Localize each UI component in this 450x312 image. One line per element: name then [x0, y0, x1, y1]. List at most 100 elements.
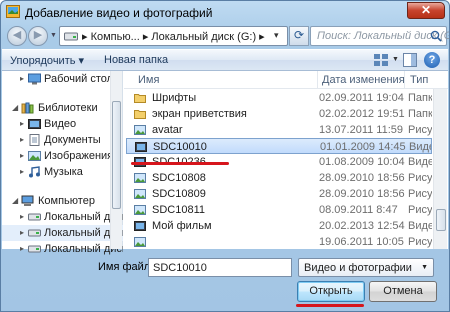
- file-name: Шрифты: [152, 92, 197, 104]
- address-bar[interactable]: ▸ Компью... ▸ Локальный диск (G:) ▸ ▾: [59, 26, 288, 46]
- expand-arrow-icon[interactable]: ▸: [20, 135, 24, 144]
- history-dropdown-icon[interactable]: ▼: [50, 32, 57, 39]
- address-path[interactable]: ▸ Компью... ▸ Локальный диск (G:) ▸: [82, 30, 265, 43]
- drive-icon: [28, 229, 41, 237]
- file-date: 08.09.2011 8:47: [319, 204, 398, 216]
- nav-item-label: Изображения: [44, 150, 114, 162]
- file-type: Рисун: [408, 172, 432, 184]
- file-name: SDC10809: [152, 188, 206, 200]
- file-date: 02.09.2011 19:04: [319, 92, 404, 104]
- pictures-library-icon: [28, 151, 41, 161]
- nav-item-music[interactable]: ▸ Музыка: [2, 164, 123, 180]
- expand-arrow-icon[interactable]: ▸: [20, 74, 24, 83]
- forward-button[interactable]: ▶: [28, 26, 48, 46]
- expand-arrow-icon[interactable]: ▸: [20, 244, 24, 253]
- music-library-icon: [29, 166, 40, 178]
- dialog-window: Добавление видео и фотографий ✕ ◀ ▶ ▼ ▸ …: [0, 0, 450, 312]
- file-row[interactable]: SDC10808 28.09.2010 18:56 Рисун: [126, 170, 432, 186]
- organize-menu[interactable]: Упорядочить ▾: [10, 54, 84, 67]
- filename-value[interactable]: SDC10010: [153, 262, 207, 274]
- drive-icon: [28, 213, 41, 221]
- image-file-icon: [134, 125, 146, 135]
- highlight-underline: [131, 162, 229, 165]
- content-panes: ▸ Рабочий стол ◢ Библиотеки ▸ Видео ▸ До…: [2, 71, 448, 255]
- expand-arrow-icon[interactable]: ◢: [12, 103, 18, 112]
- file-date: 28.09.2010 18:56: [319, 188, 405, 200]
- nav-item-local-disk-1[interactable]: ▸ Локальный диск: [2, 209, 123, 225]
- preview-pane-icon[interactable]: [403, 53, 417, 67]
- file-row-selected[interactable]: SDC10010 01.01.2009 14:45 Видео: [126, 138, 432, 154]
- expand-arrow-icon[interactable]: ▸: [20, 167, 24, 176]
- folder-icon: [134, 94, 146, 103]
- close-button[interactable]: ✕: [407, 2, 445, 19]
- nav-item-desktop[interactable]: ▸ Рабочий стол: [2, 71, 123, 87]
- file-row[interactable]: 19.06.2011 10:05 Рисун: [126, 234, 432, 250]
- file-name: экран приветствия: [152, 108, 247, 120]
- column-type[interactable]: Тип: [410, 74, 428, 86]
- file-row[interactable]: SDC10809 28.09.2010 18:56 Рисун: [126, 186, 432, 202]
- expand-arrow-icon[interactable]: ▸: [20, 228, 24, 237]
- file-name: SDC10811: [152, 204, 205, 216]
- nav-item-videos[interactable]: ▸ Видео: [2, 116, 123, 132]
- back-button[interactable]: ◀: [7, 26, 27, 46]
- nav-scrollbar-thumb[interactable]: [112, 101, 121, 209]
- nav-item-local-disk-3[interactable]: ▸ Локальный диск: [2, 241, 123, 257]
- filter-value: Видео и фотографии: [304, 262, 412, 274]
- highlight-underline: [296, 304, 364, 307]
- navigation-pane: ▸ Рабочий стол ◢ Библиотеки ▸ Видео ▸ До…: [2, 71, 123, 255]
- search-icon[interactable]: [430, 30, 442, 42]
- new-folder-button[interactable]: Новая папка: [104, 54, 168, 66]
- expand-arrow-icon[interactable]: ▸: [20, 151, 24, 160]
- file-row[interactable]: Шрифты 02.09.2011 19:04 Папка: [126, 90, 432, 106]
- view-dropdown-icon[interactable]: ▼: [392, 56, 399, 63]
- file-type: Рисун: [408, 236, 432, 248]
- image-file-icon: [134, 173, 146, 183]
- file-row[interactable]: SDC10811 08.09.2011 8:47 Рисун: [126, 202, 432, 218]
- search-input[interactable]: Поиск: Локальный диск (G:): [310, 26, 449, 46]
- open-button[interactable]: Открыть: [297, 281, 365, 302]
- file-name: Мой фильм: [152, 220, 212, 232]
- expand-arrow-icon[interactable]: ▸: [20, 212, 24, 221]
- address-dropdown-icon[interactable]: ▾: [274, 30, 279, 41]
- file-date: 19.06.2011 10:05: [319, 236, 404, 248]
- column-divider[interactable]: [317, 71, 318, 89]
- column-divider[interactable]: [404, 71, 405, 89]
- file-list-scrollbar[interactable]: [433, 89, 447, 249]
- file-date: 02.02.2012 19:51: [319, 108, 405, 120]
- expand-arrow-icon[interactable]: ◢: [12, 196, 18, 205]
- nav-item-local-disk-2[interactable]: ▸ Локальный диск: [2, 225, 123, 241]
- file-name: SDC10808: [152, 172, 206, 184]
- help-icon[interactable]: ?: [424, 52, 440, 68]
- video-file-icon: [135, 142, 147, 152]
- file-date: 13.07.2011 11:59: [319, 124, 404, 136]
- nav-item-libraries[interactable]: ◢ Библиотеки: [2, 100, 123, 116]
- expand-arrow-icon[interactable]: ▸: [20, 119, 24, 128]
- column-date[interactable]: Дата изменения: [322, 74, 405, 86]
- column-header: Имя Дата изменения Тип: [124, 71, 448, 89]
- file-date: 01.08.2009 10:04: [319, 156, 405, 168]
- file-row[interactable]: avatar 13.07.2011 11:59 Рисун: [126, 122, 432, 138]
- nav-item-documents[interactable]: ▸ Документы: [2, 132, 123, 148]
- file-row[interactable]: Мой фильм 20.02.2013 12:54 Видео: [126, 218, 432, 234]
- file-date: 28.09.2010 18:56: [319, 172, 405, 184]
- nav-item-pictures[interactable]: ▸ Изображения: [2, 148, 123, 164]
- folder-icon: [134, 110, 146, 119]
- cancel-button[interactable]: Отмена: [369, 281, 437, 302]
- title-bar: Добавление видео и фотографий ✕: [1, 1, 449, 23]
- view-options-icon[interactable]: [372, 52, 392, 68]
- file-type-filter[interactable]: Видео и фотографии ▼: [298, 258, 434, 277]
- file-date: 20.02.2013 12:54: [319, 220, 405, 232]
- nav-item-label: Видео: [44, 118, 77, 130]
- filename-field[interactable]: SDC10010: [148, 258, 292, 277]
- file-row[interactable]: экран приветствия 02.02.2012 19:51 Папка: [126, 106, 432, 122]
- image-file-icon: [134, 205, 146, 215]
- column-name[interactable]: Имя: [138, 74, 159, 86]
- nav-item-computer[interactable]: ◢ Компьютер: [2, 193, 123, 209]
- video-file-icon: [134, 221, 146, 231]
- file-date: 01.01.2009 14:45: [320, 141, 406, 153]
- chevron-down-icon[interactable]: ▼: [421, 264, 428, 271]
- file-list-scrollbar-thumb[interactable]: [436, 209, 446, 231]
- nav-scrollbar[interactable]: [110, 71, 122, 249]
- library-icon: [21, 102, 34, 114]
- refresh-button[interactable]: ⟳: [289, 26, 309, 46]
